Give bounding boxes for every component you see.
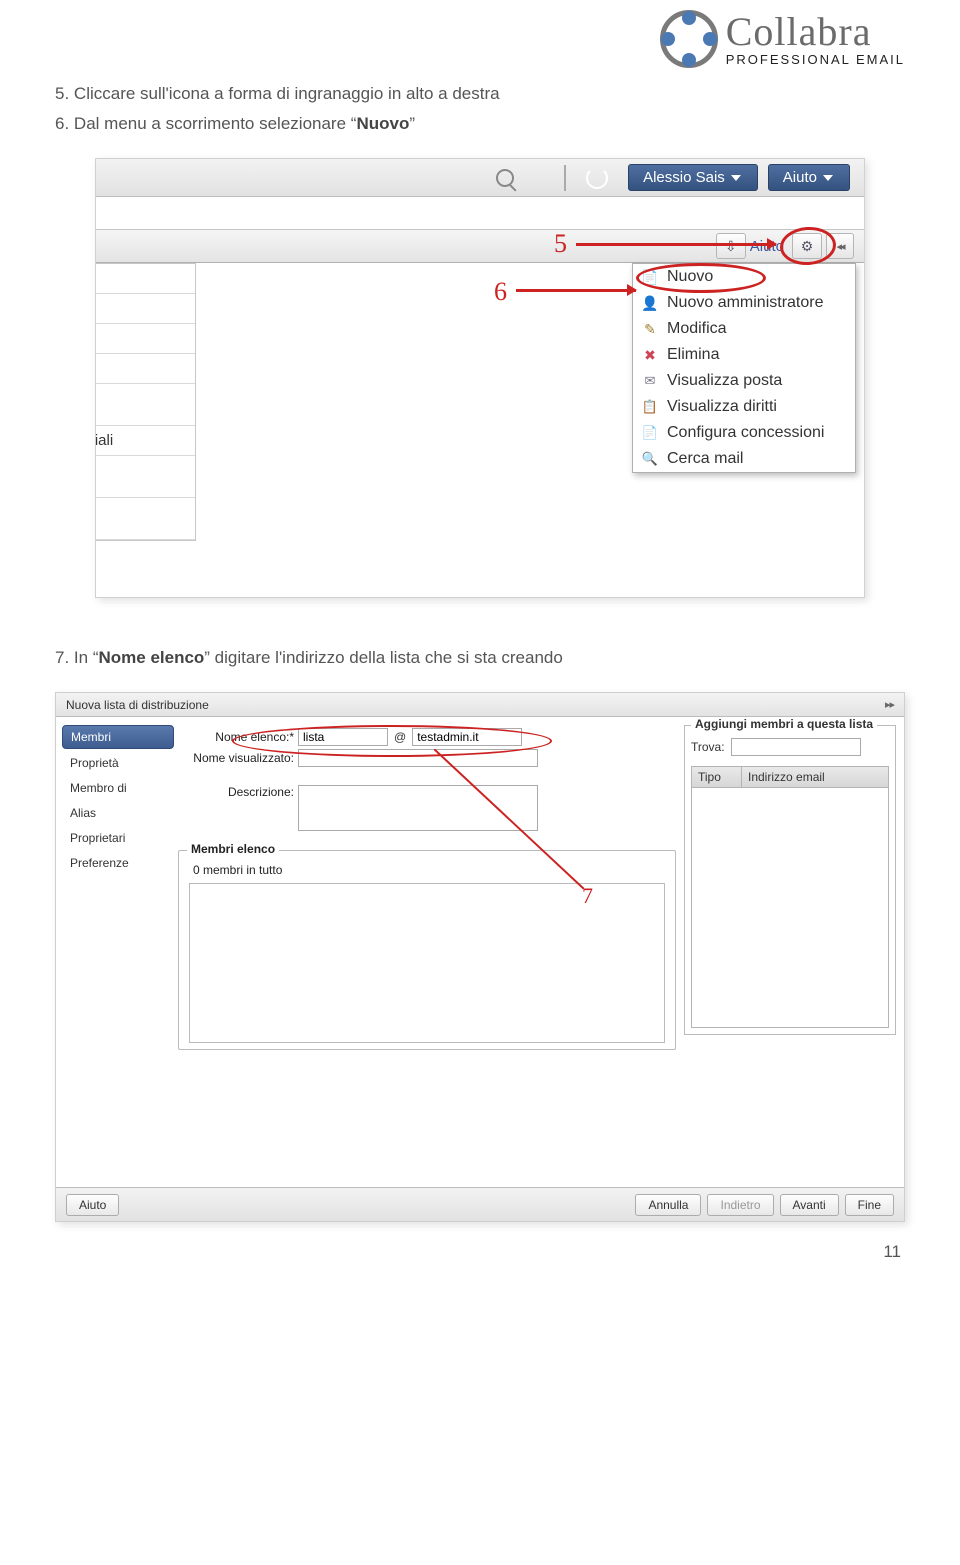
- footer-fine-button[interactable]: Fine: [845, 1194, 894, 1216]
- annotation-arrow-5: [576, 243, 776, 246]
- sidebar-item-proprieta[interactable]: Proprietà: [62, 752, 174, 774]
- sidebar-item-membro-di[interactable]: Membro di: [62, 777, 174, 799]
- user-name: Alessio Sais: [643, 169, 725, 186]
- mail-icon: [641, 372, 659, 390]
- col-tipo[interactable]: Tipo: [692, 767, 742, 787]
- sidebar-item-membri[interactable]: Membri: [62, 725, 174, 749]
- admin-icon: [641, 294, 659, 312]
- help-menu[interactable]: Aiuto: [768, 164, 850, 191]
- app-topbar: Alessio Sais Aiuto: [96, 159, 864, 197]
- col-indirizzo[interactable]: Indirizzo email: [742, 767, 888, 787]
- screenshot-gear-menu: Alessio Sais Aiuto ⇩ Aiuto ⚙ ◂◂ ie rin i…: [95, 158, 865, 598]
- collapse-icon[interactable]: ▸▸: [885, 698, 894, 711]
- label-descrizione: Descrizione:: [188, 785, 298, 799]
- gear-dropdown-menu: Nuovo Nuovo amministratore Modifica Elim…: [632, 263, 856, 473]
- legend-aggiungi-membri: Aggiungi membri a questa lista: [691, 717, 877, 731]
- menu-item-config-grants[interactable]: Configura concessioni: [633, 420, 855, 446]
- table-header: Tipo Indirizzo email: [691, 766, 889, 788]
- annotation-5: 5: [554, 229, 567, 259]
- footer-indietro-button[interactable]: Indietro: [707, 1194, 773, 1216]
- logo-icon: [660, 10, 718, 68]
- menu-item-edit[interactable]: Modifica: [633, 316, 855, 342]
- menu-item-delete[interactable]: Elimina: [633, 342, 855, 368]
- list-item[interactable]: rin: [95, 294, 195, 324]
- delete-icon: [641, 346, 659, 364]
- pencil-icon: [641, 320, 659, 338]
- page-number: 11: [55, 1242, 905, 1262]
- help-label: Aiuto: [783, 169, 817, 186]
- annotation-6: 6: [494, 277, 507, 307]
- search-icon[interactable]: [496, 169, 514, 187]
- fieldset-membri-elenco: Membri elenco 0 membri in tutto: [178, 850, 676, 1050]
- annotation-7: 7: [582, 883, 593, 909]
- label-nome-visualizzato: Nome visualizzato:: [188, 751, 298, 765]
- footer-annulla-button[interactable]: Annulla: [635, 1194, 701, 1216]
- annotation-arrow-6: [516, 289, 636, 292]
- user-menu[interactable]: Alessio Sais: [628, 164, 758, 191]
- annotation-circle-6: [636, 263, 766, 293]
- step-6: 6. Dal menu a scorrimento selezionare “N…: [55, 114, 905, 134]
- annotation-line-7: [434, 749, 584, 889]
- config-icon: [641, 424, 659, 442]
- list-item[interactable]: chera: [95, 354, 195, 384]
- chevron-down-icon: [823, 175, 833, 181]
- brand-tagline: PROFESSIONAL EMAIL: [726, 52, 905, 67]
- list-item[interactable]: mmerciali: [95, 426, 195, 456]
- chevron-down-icon: [731, 175, 741, 181]
- input-trova[interactable]: [731, 738, 861, 756]
- dialog-right-column: Aggiungi membri a questa lista Trova: Ti…: [680, 717, 904, 1187]
- dialog-main: Nome elenco:* @ Nome visualizzato: Descr…: [174, 717, 680, 1187]
- dialog-footer: Aiuto Annulla Indietro Avanti Fine: [56, 1187, 904, 1221]
- screenshot-new-dl: Nuova lista di distribuzione ▸▸ Membri P…: [55, 692, 905, 1222]
- footer-aiuto-button[interactable]: Aiuto: [66, 1194, 119, 1216]
- footer-avanti-button[interactable]: Avanti: [780, 1194, 839, 1216]
- members-listbox[interactable]: [189, 883, 665, 1043]
- search-mail-icon: [641, 450, 659, 468]
- dialog-titlebar: Nuova lista di distribuzione ▸▸: [56, 693, 904, 717]
- sidebar-item-alias[interactable]: Alias: [62, 802, 174, 824]
- brand-logo: Collabra PROFESSIONAL EMAIL: [55, 0, 905, 74]
- left-list: ie rin i chera mmerciali: [95, 263, 196, 541]
- download-button[interactable]: ⇩: [716, 233, 746, 259]
- reload-icon[interactable]: [586, 167, 608, 189]
- menu-item-view-rights[interactable]: Visualizza diritti: [633, 394, 855, 420]
- menu-item-search-mail[interactable]: Cerca mail: [633, 446, 855, 472]
- menu-item-view-mail[interactable]: Visualizza posta: [633, 368, 855, 394]
- sidebar-item-preferenze[interactable]: Preferenze: [62, 852, 174, 874]
- legend-membri-elenco: Membri elenco: [187, 842, 279, 856]
- rights-icon: [641, 398, 659, 416]
- brand-name: Collabra: [726, 12, 905, 52]
- step-7: 7. In “Nome elenco” digitare l'indirizzo…: [55, 648, 905, 668]
- label-trova: Trova:: [691, 740, 725, 754]
- dialog-title: Nuova lista di distribuzione: [66, 698, 209, 712]
- menu-item-new-admin[interactable]: Nuovo amministratore: [633, 290, 855, 316]
- sidebar-item-proprietari[interactable]: Proprietari: [62, 827, 174, 849]
- table-body[interactable]: [691, 788, 889, 1028]
- list-item[interactable]: i: [95, 324, 195, 354]
- members-count: 0 membri in tutto: [189, 861, 665, 883]
- toolbar: ⇩ Aiuto ⚙ ◂◂: [96, 229, 864, 263]
- list-item[interactable]: ie: [95, 264, 195, 294]
- dialog-sidebar: Membri Proprietà Membro di Alias Proprie…: [56, 717, 174, 1187]
- step-5: 5. Cliccare sull'icona a forma di ingran…: [55, 84, 905, 104]
